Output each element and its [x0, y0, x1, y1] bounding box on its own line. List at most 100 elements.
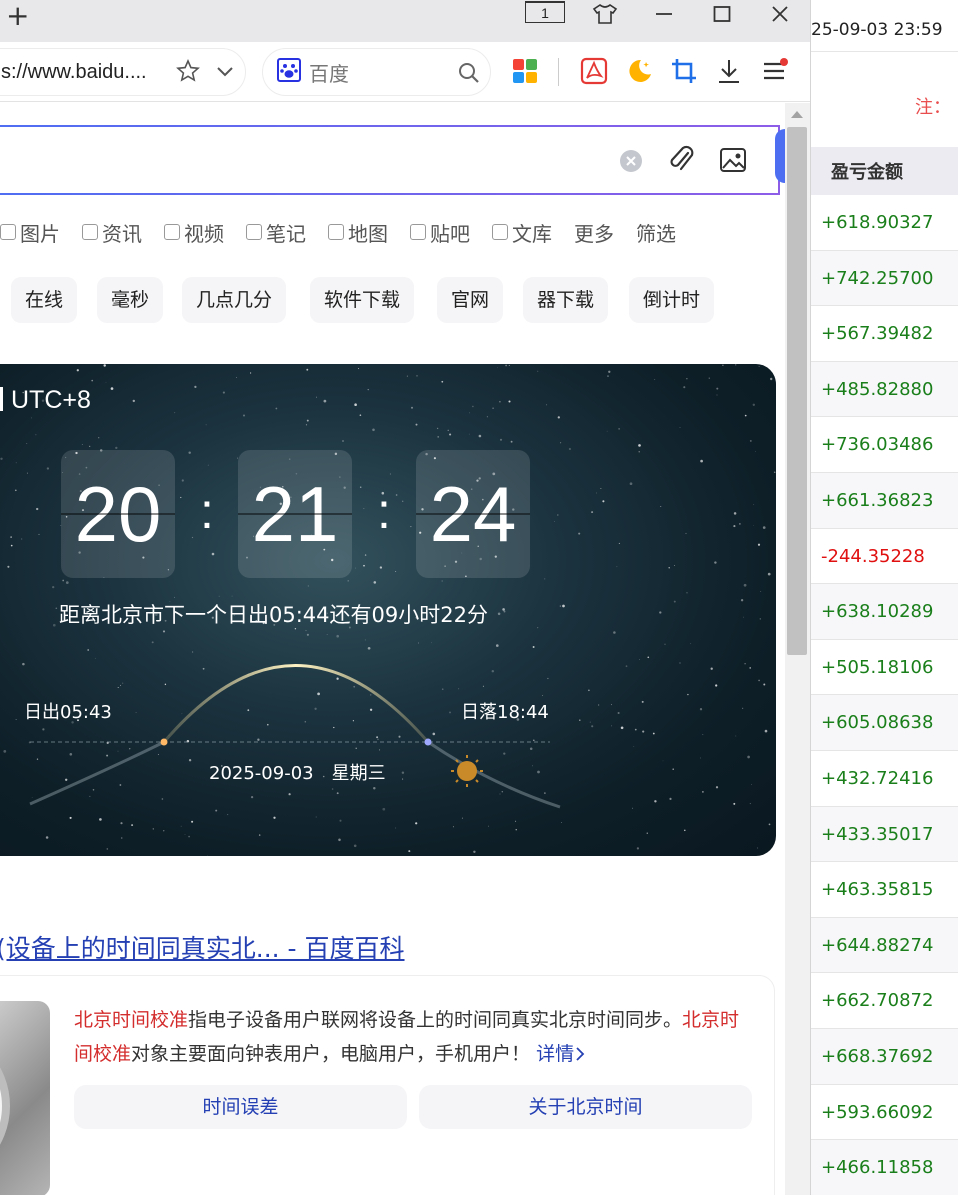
- desc-text: 对象主要面向钟表用户，电脑用户，手机用户！: [131, 1043, 531, 1065]
- sun-path-diagram: [29, 664, 561, 809]
- about-beijing-time-button[interactable]: 关于北京时间: [419, 1085, 752, 1129]
- star-icon[interactable]: [176, 59, 200, 87]
- date-label: 2025-09-03 星期三: [209, 763, 386, 784]
- profit-loss-row: +662.70872: [811, 973, 958, 1029]
- tab-label: 筛选: [636, 221, 676, 246]
- clock-face: [0, 1026, 10, 1186]
- moon-icon[interactable]: [622, 54, 656, 88]
- url-field[interactable]: s://www.baidu....: [0, 48, 246, 96]
- scrollbar[interactable]: [785, 103, 810, 1195]
- close-button[interactable]: [766, 2, 794, 26]
- download-icon[interactable]: [712, 54, 746, 88]
- tab-map[interactable]: 地图: [328, 218, 388, 247]
- profit-loss-row: -244.35228: [811, 529, 958, 585]
- search-engine-placeholder: 百度: [309, 61, 349, 86]
- tab-tieba[interactable]: 贴吧: [410, 218, 470, 247]
- profit-loss-row: +605.08638: [811, 695, 958, 751]
- minimize-button[interactable]: [650, 2, 678, 26]
- web-page: 图片 资讯 视频 笔记 地图 贴吧 文库 更多 筛选 在线 毫秒 几点几分 软件下载 官网 器下载 倒计时 …: [0, 103, 785, 1195]
- tab-text-7[interactable]: 更多: [574, 218, 614, 247]
- tab-video[interactable]: 视频: [164, 218, 224, 247]
- sunset-label: 日落18:44: [461, 702, 549, 723]
- profit-loss-row: +433.35017: [811, 806, 958, 863]
- related-tag[interactable]: 软件下载: [310, 277, 415, 323]
- details-link[interactable]: 详情: [536, 1043, 586, 1065]
- related-tag[interactable]: 器下载: [523, 277, 609, 323]
- chevron-down-icon[interactable]: [215, 61, 235, 85]
- search-engine-field[interactable]: 百度: [262, 48, 491, 96]
- tab-label: 贴吧: [430, 221, 470, 246]
- maximize-button[interactable]: [708, 2, 736, 26]
- search-submit-button[interactable]: [775, 129, 785, 183]
- tab-label: 笔记: [266, 221, 306, 246]
- tab-news[interactable]: 资讯: [82, 218, 142, 247]
- url-text: s://www.baidu....: [1, 60, 147, 83]
- profit-loss-column-header: 盈亏金额: [811, 147, 958, 195]
- search-type-tabs: 图片 资讯 视频 笔记 地图 贴吧 文库 更多 筛选: [0, 217, 698, 247]
- clear-input-icon[interactable]: [619, 149, 643, 177]
- tab-label: 地图: [348, 221, 388, 246]
- tab-image[interactable]: 图片: [0, 218, 60, 247]
- image-search-icon[interactable]: [718, 145, 748, 179]
- screen: + 1 s://www.baidu.... 百度 图片 资讯 视频 笔记 地图 …: [0, 0, 958, 1195]
- profit-loss-row: +567.39482: [811, 306, 958, 362]
- related-tag[interactable]: 官网: [437, 277, 504, 323]
- profit-loss-row: +432.72416: [811, 751, 958, 807]
- image-icon: [0, 224, 16, 240]
- profit-loss-row: +618.90327: [811, 195, 958, 251]
- address-bar-row: s://www.baidu.... 百度: [0, 42, 810, 102]
- pdf-icon[interactable]: [577, 54, 611, 88]
- scrollbar-thumb[interactable]: [787, 127, 807, 655]
- profit-loss-row: +638.10289: [811, 584, 958, 640]
- tab-label: 资讯: [102, 221, 142, 246]
- profit-loss-row: +644.88274: [811, 917, 958, 974]
- profit-loss-row: +485.82880: [811, 361, 958, 418]
- baidu-paw-icon: [277, 58, 301, 86]
- related-tag[interactable]: 毫秒: [97, 277, 164, 323]
- menu-icon[interactable]: [757, 54, 791, 88]
- chevron-right-icon: [574, 1043, 586, 1065]
- map-icon: [328, 224, 344, 240]
- profit-loss-row: +466.11858: [811, 1140, 958, 1195]
- query-input[interactable]: [0, 125, 780, 195]
- panel-datetime: 25-09-03 23:59: [811, 0, 958, 52]
- skin-shirt-icon[interactable]: [588, 2, 622, 26]
- toolbar-divider: [558, 58, 559, 86]
- profit-loss-row: +463.35815: [811, 862, 958, 918]
- tab-label: 更多: [574, 221, 614, 246]
- attachment-icon[interactable]: [668, 145, 696, 179]
- desc-text: 指电子设备用户联网将设备上的时间同真实北京时间同步。: [188, 1009, 683, 1031]
- result-description: 北京时间校准指电子设备用户联网将设备上的时间同真实北京时间同步。北京时间校准对象…: [74, 1003, 744, 1071]
- tab-text-8[interactable]: 筛选: [636, 218, 676, 247]
- profit-loss-row: +593.66092: [811, 1085, 958, 1141]
- related-tag[interactable]: 几点几分: [182, 277, 287, 323]
- news-icon: [82, 224, 98, 240]
- tab-bar: + 1: [0, 0, 810, 42]
- result-title-link[interactable]: (设备上的时间同真实北... - 百度百科: [0, 929, 405, 965]
- scroll-up-arrow-icon[interactable]: [791, 111, 803, 118]
- video-icon: [164, 224, 180, 240]
- search-icon[interactable]: [457, 61, 481, 89]
- clock-thumbnail[interactable]: 3: [0, 1001, 50, 1195]
- profit-loss-row: +505.18106: [811, 640, 958, 696]
- related-tag[interactable]: 在线: [11, 277, 78, 323]
- profit-loss-row: +661.36823: [811, 472, 958, 529]
- time-error-button[interactable]: 时间误差: [74, 1085, 407, 1129]
- crop-icon[interactable]: [667, 54, 701, 88]
- tab-wenku[interactable]: 文库: [492, 218, 552, 247]
- sunrise-label: 日出05:43: [24, 702, 112, 723]
- related-tag[interactable]: 倒计时: [629, 277, 715, 323]
- tieba-icon: [410, 224, 426, 240]
- grid-apps-icon[interactable]: [508, 54, 542, 88]
- tab-note[interactable]: 笔记: [246, 218, 306, 247]
- details-link-label: 详情: [536, 1043, 575, 1065]
- browser-window: + 1 s://www.baidu.... 百度 图片 资讯 视频 笔记 地图 …: [0, 0, 810, 1195]
- tab-label: 文库: [512, 221, 552, 246]
- wenku-icon: [492, 224, 508, 240]
- tab-count-button[interactable]: 1: [525, 1, 565, 23]
- highlight-term: 北京时间校准: [74, 1009, 189, 1031]
- profit-loss-row: +736.03486: [811, 417, 958, 473]
- profit-loss-list: +618.90327 +742.25700 +567.39482 +485.82880…: [811, 195, 958, 1195]
- beijing-time-widget: UTC+8 20 : 21 : 24 距离北京市下一个日出05:44还有09小时…: [0, 364, 776, 856]
- new-tab-button[interactable]: +: [6, 2, 29, 30]
